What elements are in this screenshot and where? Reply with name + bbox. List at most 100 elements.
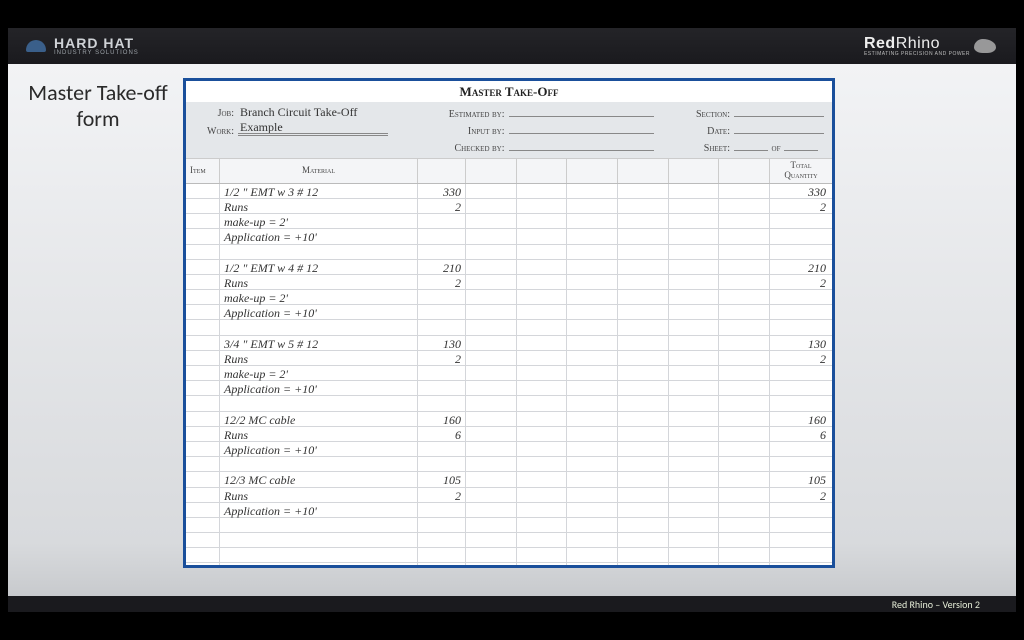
cell-mid xyxy=(466,184,770,198)
cell-item xyxy=(186,305,220,319)
cell-total xyxy=(770,396,832,410)
redrhino-tagline: ESTIMATING PRECISION AND POWER xyxy=(864,51,970,57)
table-row xyxy=(186,320,832,335)
takeoff-form: Master Take-Off Job: Branch Circuit Take… xyxy=(183,78,835,568)
table-row: Application = +10' xyxy=(186,305,832,320)
cell-item xyxy=(186,320,220,334)
cell-material xyxy=(220,533,418,547)
table-row xyxy=(186,563,832,568)
hardhat-text-block: HARD HAT INDUSTRY SOLUTIONS xyxy=(54,36,139,56)
cell-item xyxy=(186,290,220,304)
cell-mid xyxy=(466,518,770,532)
redrhino-logo: RedRhino ESTIMATING PRECISION AND POWER xyxy=(864,35,1000,57)
cell-qty: 2 xyxy=(418,488,466,502)
cell-qty: 330 xyxy=(418,184,466,198)
slide-title: Master Take-off form xyxy=(18,80,178,133)
cell-total xyxy=(770,457,832,471)
table-row: Runs22 xyxy=(186,275,832,290)
hardhat-icon xyxy=(24,36,48,56)
cell-material: 1/2 " EMT w 3 # 12 xyxy=(220,184,418,198)
rhino-icon xyxy=(974,36,1000,56)
cell-mid xyxy=(466,275,770,289)
cell-item xyxy=(186,412,220,426)
cell-material xyxy=(220,396,418,410)
table-row: Runs22 xyxy=(186,488,832,503)
table-row xyxy=(186,518,832,533)
cell-total: 2 xyxy=(770,488,832,502)
cell-qty xyxy=(418,366,466,380)
cell-mid xyxy=(466,260,770,274)
table-header: Item Material Total Quantity xyxy=(186,158,832,184)
table-row: Application = +10' xyxy=(186,503,832,518)
cell-item xyxy=(186,351,220,365)
header-bar: HARD HAT INDUSTRY SOLUTIONS RedRhino EST… xyxy=(8,28,1016,64)
table-row xyxy=(186,548,832,563)
cell-mid xyxy=(466,320,770,334)
estimated-label: Estimated by: xyxy=(415,109,505,120)
input-label: Input by: xyxy=(415,126,505,137)
cell-material: make-up = 2' xyxy=(220,366,418,380)
cell-qty xyxy=(418,442,466,456)
table-row: Application = +10' xyxy=(186,442,832,457)
table-row: Runs66 xyxy=(186,427,832,442)
cell-item xyxy=(186,472,220,486)
cell-total xyxy=(770,533,832,547)
table-row: Runs22 xyxy=(186,351,832,366)
table-row: Application = +10' xyxy=(186,381,832,396)
cell-mid xyxy=(466,548,770,562)
cell-material xyxy=(220,548,418,562)
cell-material: Runs xyxy=(220,351,418,365)
cell-item xyxy=(186,229,220,243)
cell-mid xyxy=(466,214,770,228)
cell-qty xyxy=(418,503,466,517)
cell-item xyxy=(186,442,220,456)
hardhat-brand: HARD HAT xyxy=(54,36,139,50)
cell-mid xyxy=(466,199,770,213)
cell-qty: 130 xyxy=(418,336,466,350)
cell-qty xyxy=(418,229,466,243)
col-material-header: Material xyxy=(220,159,418,183)
section-label: Section: xyxy=(680,109,730,120)
slide-body: Master Take-off form Master Take-Off Job… xyxy=(8,64,1016,596)
cell-mid xyxy=(466,412,770,426)
table-row xyxy=(186,457,832,472)
table-row xyxy=(186,396,832,411)
cell-total: 160 xyxy=(770,412,832,426)
app-frame: HARD HAT INDUSTRY SOLUTIONS RedRhino EST… xyxy=(8,28,1016,612)
cell-material: Application = +10' xyxy=(220,442,418,456)
cell-material: 12/3 MC cable xyxy=(220,472,418,486)
col-total-header: Total Quantity xyxy=(770,159,832,183)
cell-mid xyxy=(466,457,770,471)
table-row xyxy=(186,245,832,260)
cell-item xyxy=(186,427,220,441)
cell-item xyxy=(186,548,220,562)
cell-total: 2 xyxy=(770,275,832,289)
cell-mid xyxy=(466,366,770,380)
cell-mid xyxy=(466,533,770,547)
cell-total xyxy=(770,229,832,243)
cell-material: Runs xyxy=(220,488,418,502)
cell-total xyxy=(770,214,832,228)
table-row xyxy=(186,533,832,548)
cell-total: 2 xyxy=(770,199,832,213)
cell-item xyxy=(186,488,220,502)
cell-material: 3/4 " EMT w 5 # 12 xyxy=(220,336,418,350)
redrhino-text-block: RedRhino ESTIMATING PRECISION AND POWER xyxy=(864,35,970,57)
sheet-of-label: of xyxy=(768,143,784,154)
cell-mid xyxy=(466,488,770,502)
hardhat-logo: HARD HAT INDUSTRY SOLUTIONS xyxy=(24,36,139,56)
cell-mid xyxy=(466,229,770,243)
meta-col-right: Section: Date: Sheet: of xyxy=(680,105,824,153)
cell-total xyxy=(770,381,832,395)
cell-item xyxy=(186,381,220,395)
table-row: Runs22 xyxy=(186,199,832,214)
cell-qty xyxy=(418,457,466,471)
table-rows: 1/2 " EMT w 3 # 12330330Runs22make-up = … xyxy=(186,184,832,568)
cell-item xyxy=(186,518,220,532)
cell-item xyxy=(186,275,220,289)
cell-material xyxy=(220,245,418,259)
cell-qty: 2 xyxy=(418,199,466,213)
sheet-value xyxy=(734,139,768,151)
cell-qty xyxy=(418,305,466,319)
cell-total: 2 xyxy=(770,351,832,365)
